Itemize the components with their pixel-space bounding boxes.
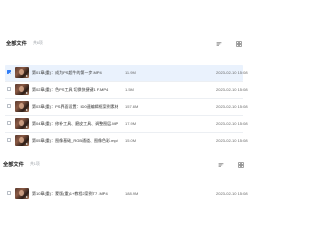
item-count: 共6项 — [33, 41, 43, 45]
row-checkbox[interactable] — [7, 121, 11, 125]
file-name[interactable]: 第03章(重)：PS界面设置：ID0速编辑框案例素材.MP4 — [32, 104, 118, 110]
file-row[interactable]: 第05章(重)：图像基础_RGB通道、图像色彩.mp4 15.0M 2023-0… — [5, 133, 248, 149]
file-date: 2023-02-10 15:08 — [216, 191, 248, 196]
video-thumbnail — [15, 67, 29, 78]
panel-header: 全部文件 共1项 — [0, 159, 250, 173]
row-checkbox[interactable] — [7, 138, 11, 142]
file-name[interactable]: 第02章(重)：色PS工具 切换快捷键1 F.MP4 — [32, 87, 118, 93]
file-size: 188.9M — [125, 191, 139, 196]
panel-title: 全部文件 — [3, 162, 24, 168]
row-checkbox[interactable] — [7, 70, 12, 75]
file-size: 1.5M — [125, 87, 134, 92]
file-panel-2: 全部文件 共1项 — [0, 159, 250, 173]
file-size: 11.9M — [125, 70, 136, 75]
sort-icon[interactable] — [217, 161, 224, 168]
panel-title: 全部文件 — [6, 41, 27, 47]
file-date: 2023-02-10 15:08 — [216, 121, 248, 126]
file-row[interactable]: 第03章(重)：PS界面设置：ID0速编辑框案例素材.MP4 157.6M 20… — [5, 99, 248, 115]
grid-view-icon[interactable] — [235, 40, 242, 47]
video-thumbnail — [15, 101, 29, 112]
file-size: 157.6M — [125, 104, 139, 109]
file-name[interactable]: 第05章(重)：图像基础_RGB通道、图像色彩.mp4 — [32, 138, 118, 144]
video-thumbnail — [15, 135, 29, 146]
file-name[interactable]: 第04章(重)：修补工具、磨皮工具、调整图层.MP4 — [32, 121, 118, 127]
file-row[interactable]: 第10章(重)：蒙版(重)1+教程2案例T7 .MP4 188.9M 2023-… — [5, 186, 248, 202]
video-thumbnail — [15, 84, 29, 95]
file-date: 2023-02-10 15:08 — [216, 87, 248, 92]
file-size: 17.9M — [125, 121, 137, 126]
row-checkbox[interactable] — [7, 87, 11, 91]
row-checkbox[interactable] — [7, 104, 11, 108]
file-date: 2023-02-10 15:08 — [216, 138, 248, 143]
item-count: 共1项 — [30, 162, 40, 166]
file-panel-1: 全部文件 共6项 — [0, 38, 250, 52]
file-name[interactable]: 第01章(重)：成为PS超牛的第一步.MP4 — [32, 70, 118, 76]
video-thumbnail — [15, 118, 29, 129]
file-name[interactable]: 第10章(重)：蒙版(重)1+教程2案例T7 .MP4 — [32, 191, 118, 197]
file-date: 2023-02-10 15:08 — [216, 70, 248, 75]
file-row[interactable]: 第04章(重)：修补工具、磨皮工具、调整图层.MP4 17.9M 2023-02… — [5, 116, 248, 132]
file-row[interactable]: 第01章(重)：成为PS超牛的第一步.MP4 11.9M 2023-02-10 … — [5, 65, 248, 81]
grid-view-icon[interactable] — [237, 161, 244, 168]
video-thumbnail — [15, 188, 29, 199]
row-checkbox[interactable] — [7, 191, 11, 195]
sort-icon[interactable] — [215, 40, 222, 47]
panel-header: 全部文件 共6项 — [0, 38, 250, 52]
file-size: 15.0M — [125, 138, 137, 143]
file-row[interactable]: 第02章(重)：色PS工具 切换快捷键1 F.MP4 1.5M 2023-02-… — [5, 82, 248, 98]
file-date: 2023-02-10 15:08 — [216, 104, 248, 109]
